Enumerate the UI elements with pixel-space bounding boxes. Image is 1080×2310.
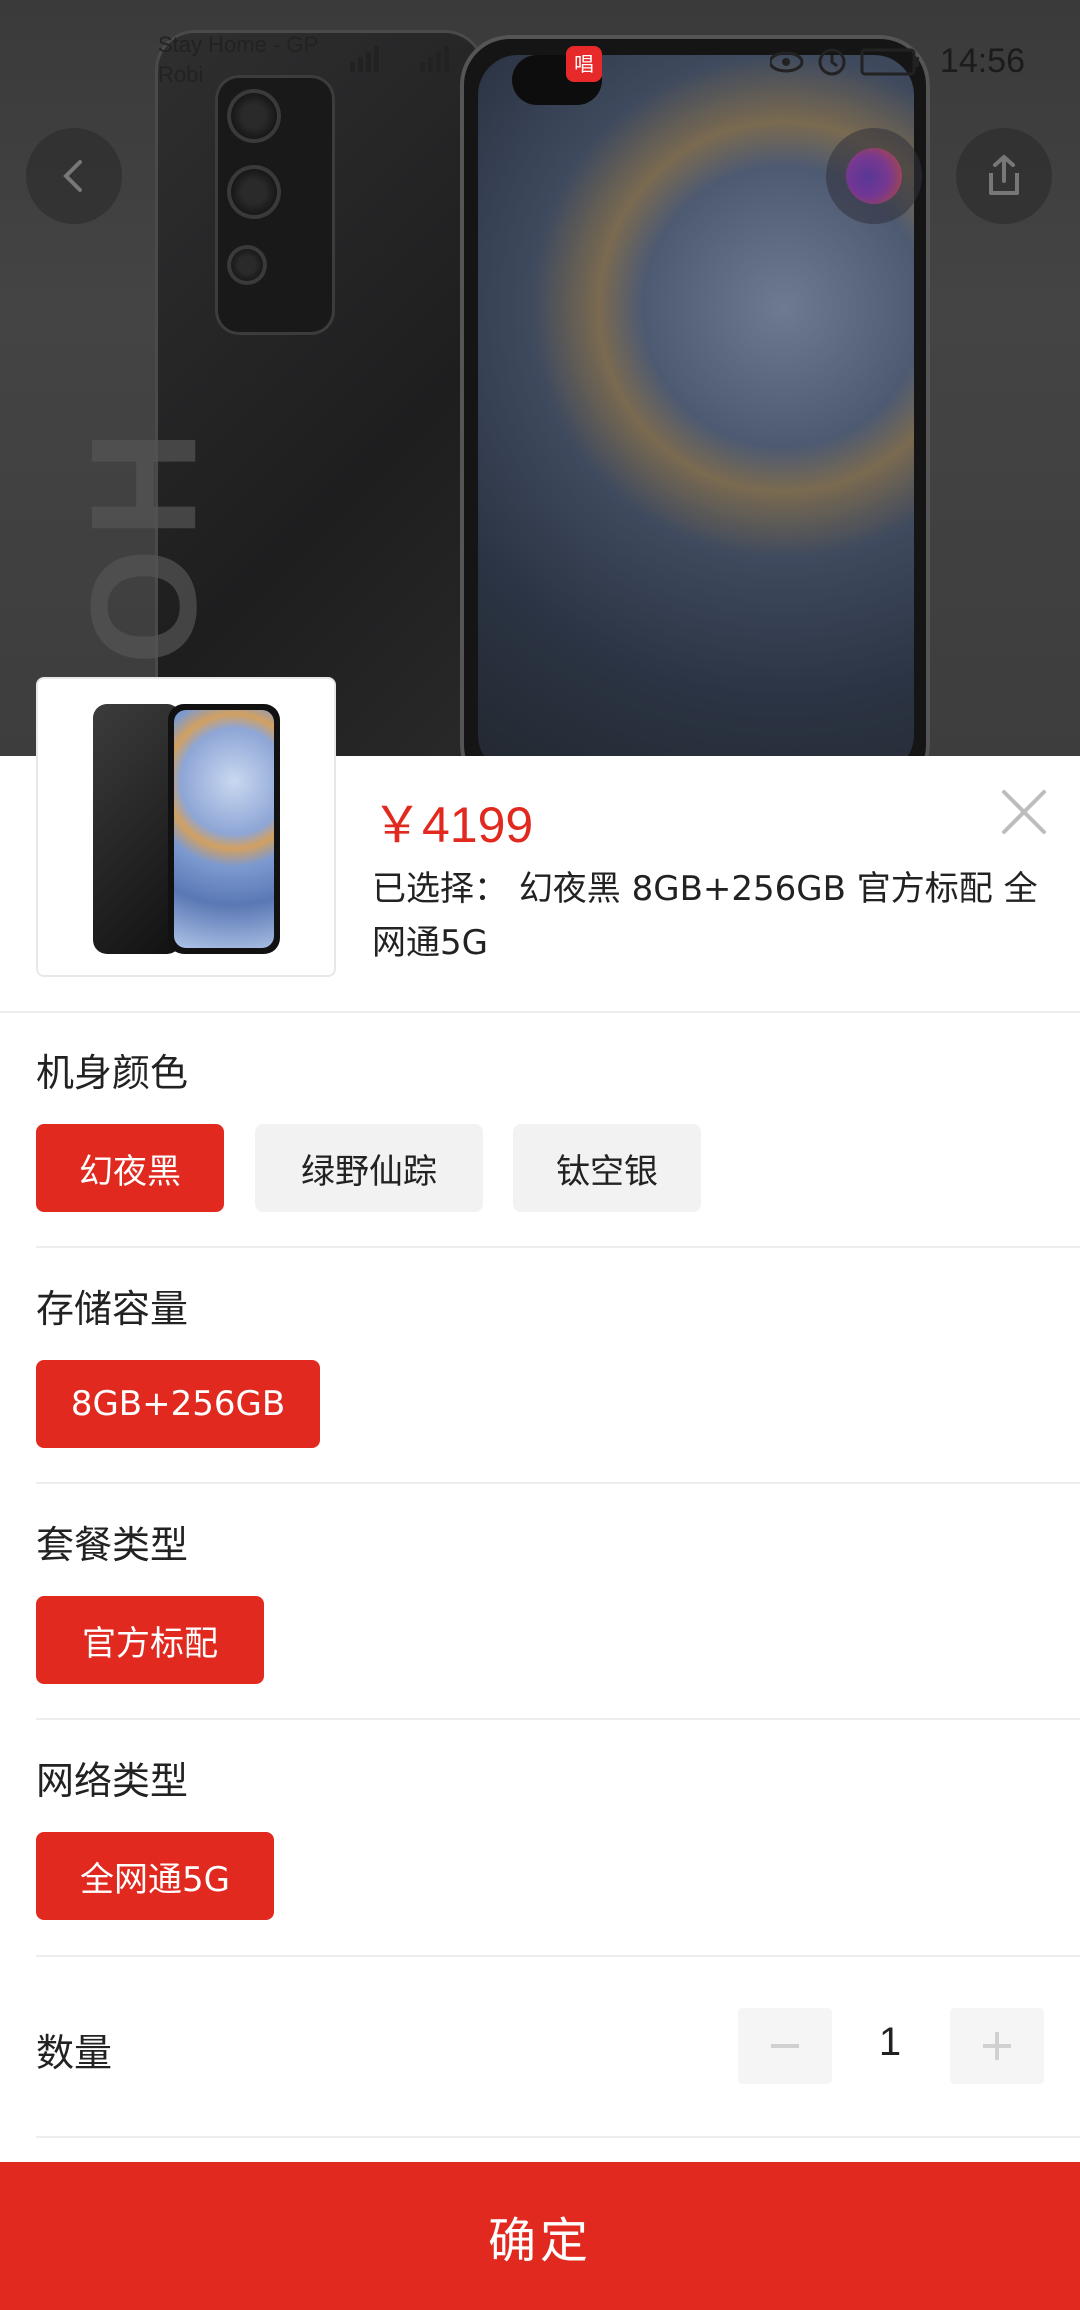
divider — [36, 1955, 1080, 1957]
option-storage-8-256[interactable]: 8GB+256GB — [36, 1360, 320, 1448]
option-color-green[interactable]: 绿野仙踪 — [255, 1124, 483, 1212]
product-thumbnail — [36, 677, 336, 977]
app-notification-icon: 唱 — [566, 46, 602, 82]
share-icon — [989, 155, 1019, 195]
group-title-package: 套餐类型 — [36, 1523, 189, 1567]
group-title-network: 网络类型 — [36, 1759, 189, 1803]
close-icon — [1002, 790, 1046, 834]
quantity-increase-button[interactable] — [950, 2008, 1044, 2084]
price: ￥4199 — [372, 797, 534, 853]
status-bar: Stay Home - GP Robi 唱 14:56 — [0, 0, 1080, 120]
group-title-storage: 存储容量 — [36, 1287, 189, 1331]
carrier-line-2: Robi — [158, 62, 204, 87]
status-icons — [768, 44, 940, 88]
divider — [36, 2136, 1080, 2138]
carrier-info: Stay Home - GP Robi — [158, 30, 318, 90]
battery-icon — [860, 48, 919, 76]
confirm-button[interactable]: 确定 — [0, 2162, 1080, 2310]
quantity-value: 1 — [878, 2020, 902, 2064]
option-package-official[interactable]: 官方标配 — [36, 1596, 264, 1684]
divider — [0, 1011, 1080, 1013]
back-button[interactable] — [26, 128, 122, 224]
selected-label: 已选择： — [372, 869, 508, 909]
signal-icon — [330, 40, 480, 81]
group-title-color: 机身颜色 — [36, 1051, 189, 1095]
option-color-black[interactable]: 幻夜黑 — [36, 1124, 224, 1212]
live-button[interactable] — [826, 128, 922, 224]
clock: 14:56 — [939, 42, 1025, 80]
divider — [36, 1718, 1080, 1720]
close-button[interactable] — [996, 784, 1052, 840]
selected-summary: 已选择： 幻夜黑 8GB+256GB 官方标配 全网通5G — [372, 862, 1052, 970]
carrier-line-1: Stay Home - GP — [158, 32, 319, 57]
plus-icon — [983, 2032, 1011, 2060]
minus-icon — [771, 2044, 799, 2048]
option-color-silver[interactable]: 钛空银 — [513, 1124, 701, 1212]
eye-icon — [768, 51, 804, 73]
chevron-left-icon — [63, 160, 82, 192]
divider — [36, 1246, 1080, 1248]
option-network-5g[interactable]: 全网通5G — [36, 1832, 274, 1920]
live-icon — [846, 148, 902, 204]
quantity-label: 数量 — [36, 2031, 113, 2075]
divider — [36, 1482, 1080, 1484]
alarm-icon — [818, 48, 846, 76]
quantity-decrease-button[interactable] — [738, 2008, 832, 2084]
share-button[interactable] — [956, 128, 1052, 224]
